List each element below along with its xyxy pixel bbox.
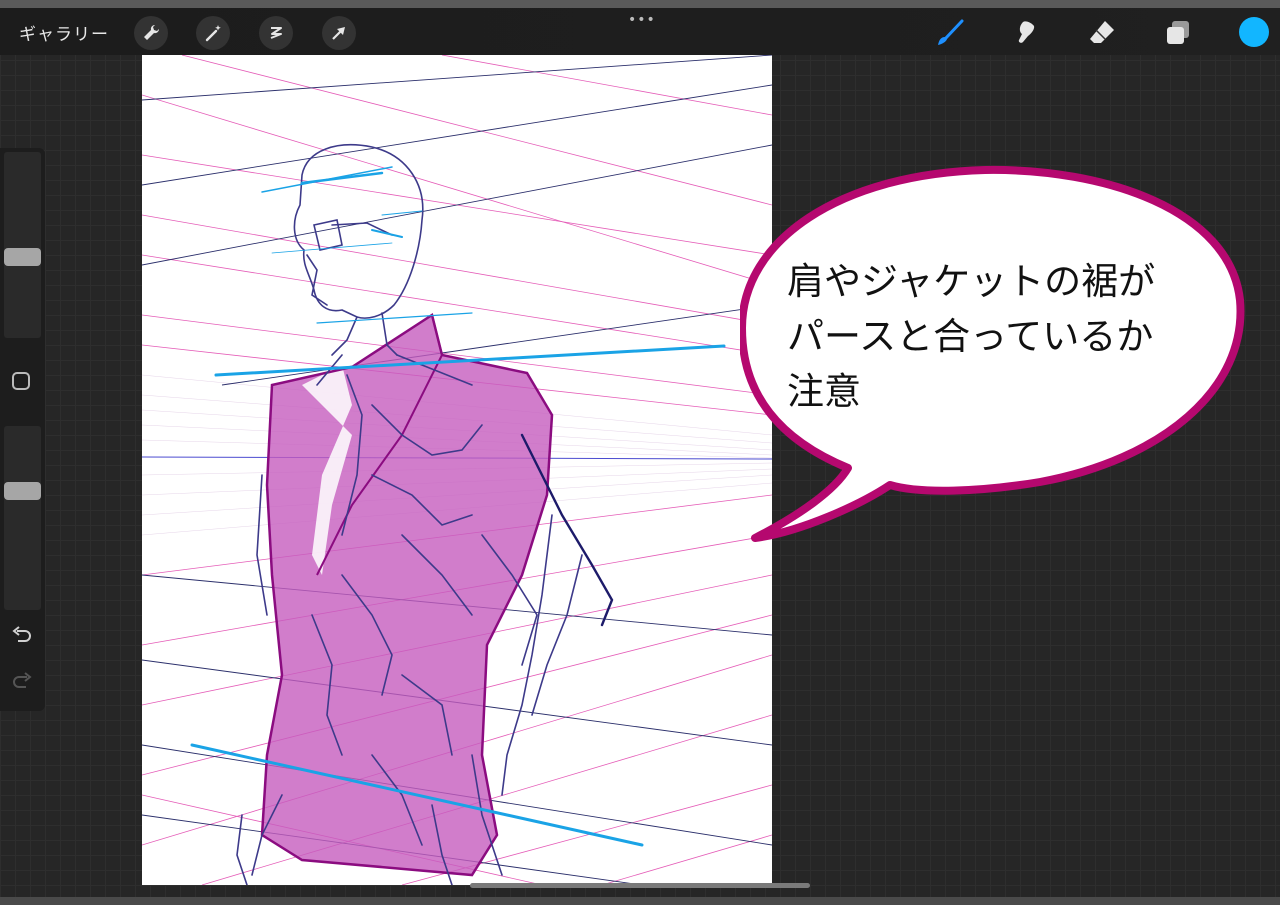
magic-wand-icon [205, 25, 221, 42]
eraser-icon [1090, 21, 1114, 43]
wrench-icon [144, 24, 160, 40]
modify-square-icon[interactable] [12, 372, 30, 390]
selection-icon [270, 27, 282, 39]
brush-icon [938, 19, 964, 45]
undo-icon[interactable] [10, 626, 34, 648]
transform-button[interactable] [322, 16, 356, 50]
home-indicator[interactable] [470, 883, 810, 888]
left-sidebar [0, 148, 45, 711]
brush-size-handle[interactable] [4, 248, 41, 266]
adjustments-button[interactable] [196, 16, 230, 50]
transform-arrow-icon [332, 27, 345, 40]
opacity-slider[interactable] [4, 426, 41, 610]
redo-icon[interactable] [10, 672, 34, 694]
opacity-handle[interactable] [4, 482, 41, 500]
status-strip [0, 0, 1280, 8]
layers-icon [1167, 21, 1189, 44]
jacket-fill [262, 315, 552, 875]
gallery-button[interactable]: ギャラリー [19, 20, 109, 45]
actions-button[interactable] [134, 16, 168, 50]
layers-tool[interactable] [1163, 18, 1193, 48]
brush-tool[interactable] [935, 18, 965, 48]
more-options-icon[interactable]: ••• [628, 12, 656, 28]
brush-size-slider[interactable] [4, 152, 41, 338]
sketch-artwork [142, 55, 772, 885]
eraser-tool[interactable] [1087, 18, 1117, 48]
smudge-icon [1018, 21, 1035, 43]
smudge-tool[interactable] [1011, 18, 1041, 48]
selection-button[interactable] [259, 16, 293, 50]
color-picker[interactable] [1239, 17, 1269, 47]
bottom-strip [0, 897, 1280, 905]
annotation-text: 肩やジャケットの裾が パースと合っているか 注意 [787, 260, 1156, 413]
drawing-canvas[interactable] [142, 55, 772, 885]
